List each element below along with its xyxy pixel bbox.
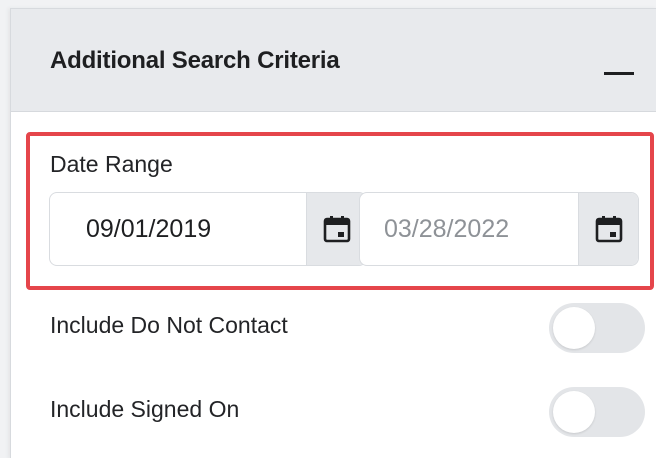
page-background: Additional Search Criteria Date Range 09… [0, 0, 656, 458]
panel-header[interactable]: Additional Search Criteria [11, 9, 656, 112]
toggle-knob [553, 307, 595, 349]
minus-icon [604, 72, 634, 75]
toggle-label: Include Signed On [50, 396, 240, 422]
end-date-input[interactable] [360, 193, 577, 265]
start-date-group [49, 192, 367, 266]
collapse-button[interactable] [599, 49, 639, 89]
toggle-label: Include Do Not Contact [50, 312, 288, 338]
include-do-not-contact-toggle[interactable] [549, 303, 645, 353]
additional-search-criteria-panel: Additional Search Criteria Date Range 09… [10, 8, 656, 458]
panel-title: Additional Search Criteria [50, 47, 340, 74]
start-date-calendar-button[interactable] [306, 193, 366, 265]
start-date-input[interactable] [50, 193, 267, 265]
end-date-calendar-button[interactable] [578, 193, 638, 265]
date-range-label: Date Range [50, 151, 173, 177]
calendar-icon [595, 216, 623, 243]
toggle-row-do-not-contact: Include Do Not Contact [11, 298, 656, 358]
toggle-row-signed-on: Include Signed On [11, 382, 656, 442]
end-date-group [359, 192, 639, 266]
include-signed-on-toggle[interactable] [549, 387, 645, 437]
calendar-icon [323, 216, 351, 243]
toggle-knob [553, 391, 595, 433]
